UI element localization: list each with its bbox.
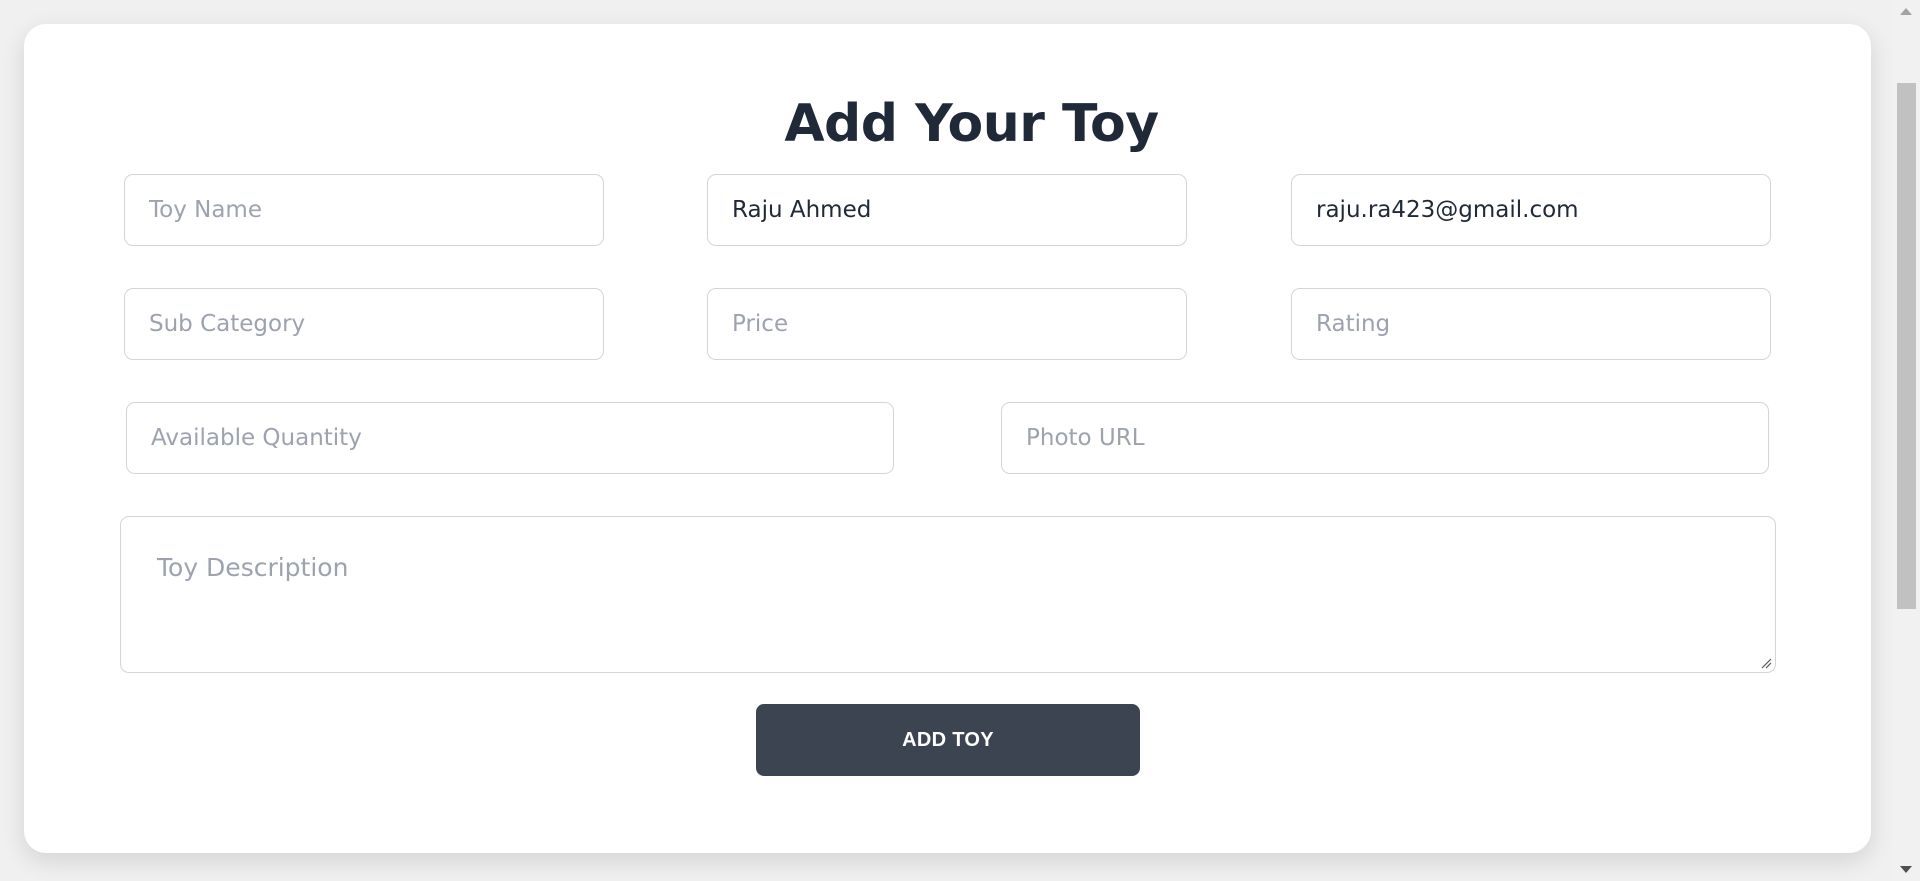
toy-name-input[interactable] xyxy=(124,174,604,246)
scrollbar-thumb[interactable] xyxy=(1897,83,1916,609)
page-title: Add Your Toy xyxy=(784,94,1159,154)
page: Add Your Toy ADD TOY xyxy=(0,0,1920,881)
photo-url-input[interactable] xyxy=(1001,402,1769,474)
rating-input[interactable] xyxy=(1291,288,1771,360)
resize-grip-icon[interactable] xyxy=(1760,657,1772,669)
available-quantity-input[interactable] xyxy=(126,402,894,474)
scroll-down-arrow-icon[interactable] xyxy=(1900,866,1912,873)
sub-category-input[interactable] xyxy=(124,288,604,360)
scroll-up-arrow-icon[interactable] xyxy=(1900,8,1912,15)
vertical-scrollbar[interactable] xyxy=(1893,0,1920,881)
toy-description-textarea[interactable] xyxy=(120,516,1776,673)
seller-name-input[interactable] xyxy=(707,174,1187,246)
seller-email-input[interactable] xyxy=(1291,174,1771,246)
add-toy-button[interactable]: ADD TOY xyxy=(756,704,1140,776)
price-input[interactable] xyxy=(707,288,1187,360)
